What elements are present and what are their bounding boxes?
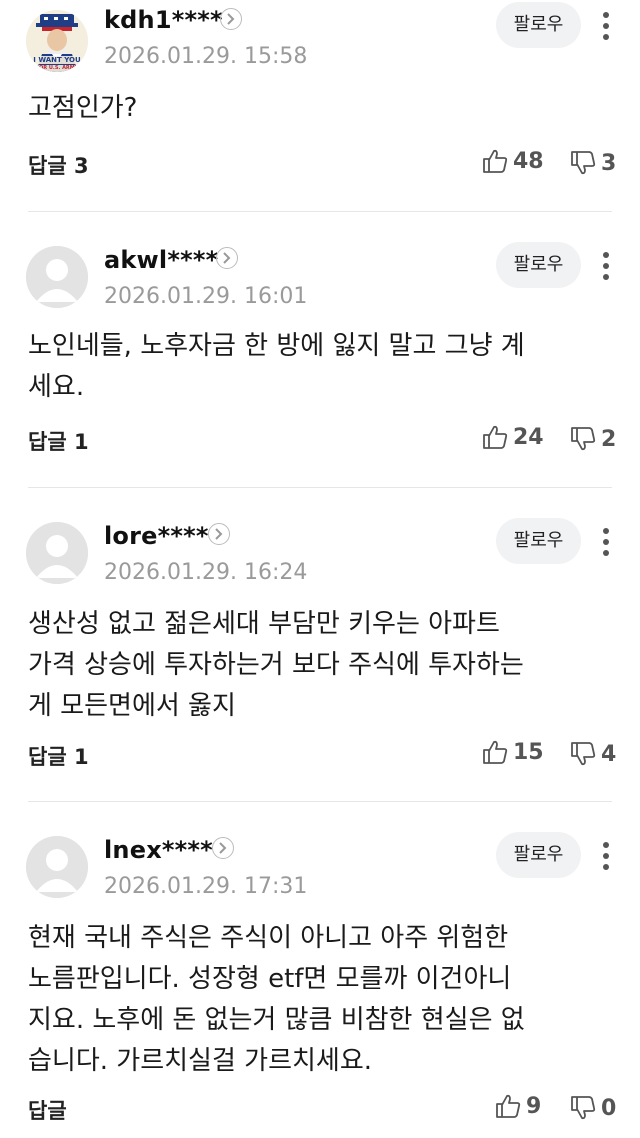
comment-line: 세요. — [28, 372, 85, 402]
comment-line: 습니다. 가르치실걸 가르치세요. — [28, 1046, 373, 1076]
thumbs-down-outline-icon — [571, 427, 596, 451]
default-profile-icon — [26, 246, 88, 308]
thumbs-down-outline-icon — [571, 742, 596, 766]
comment-line: 게 모든면에서 옳지 — [28, 691, 236, 721]
divider — [28, 801, 612, 802]
like-button[interactable]: 9 — [494, 1091, 541, 1121]
comment-line: 지요. 노후에 돈 없는거 많큼 비참한 현실은 없 — [28, 1005, 525, 1035]
thumbs-up-outline-icon — [496, 1094, 521, 1118]
divider — [28, 487, 612, 488]
username[interactable]: lore**** — [104, 522, 209, 550]
comment-line: 노인네들, 노후자금 한 방에 잃지 말고 그냥 계 — [28, 331, 525, 361]
follow-button[interactable]: 팔로우 — [496, 2, 581, 48]
like-count: 9 — [526, 1093, 542, 1119]
avatar[interactable]: I WANT YOU FOR U.S. ARMY — [26, 10, 88, 72]
comment-item: lnex**** 2026.01.29. 17:31 팔로우 현재 국내 주식은… — [0, 830, 640, 1138]
like-count: 48 — [513, 148, 544, 174]
timestamp: 2026.01.29. 16:24 — [104, 560, 308, 585]
thumbs-down-outline-icon — [571, 1096, 596, 1120]
dislike-button[interactable]: 4 — [569, 739, 616, 769]
comment-item: I WANT YOU FOR U.S. ARMY kdh1**** 2026.0… — [0, 0, 640, 212]
like-button[interactable]: 24 — [481, 422, 544, 452]
chevron-right-circle-icon[interactable] — [208, 523, 230, 545]
avatar[interactable] — [26, 246, 88, 308]
thumbs-up-outline-icon — [483, 149, 508, 173]
comment-line: 현재 국내 주식은 주식이 아니고 아주 위험한 — [28, 923, 509, 953]
reply-button[interactable]: 답글 1 — [28, 426, 89, 456]
comment-text: 고점인가? — [28, 88, 608, 129]
follow-button[interactable]: 팔로우 — [496, 242, 581, 288]
avatar-caption-2: FOR U.S. ARMY — [35, 65, 79, 71]
thumbs-up-outline-icon — [483, 425, 508, 449]
avatar[interactable] — [26, 522, 88, 584]
comment-item: akwl**** 2026.01.29. 16:01 팔로우 노인네들, 노후자… — [0, 240, 640, 486]
dislike-count: 2 — [601, 426, 617, 452]
divider — [28, 211, 612, 212]
dislike-count: 0 — [601, 1095, 617, 1121]
vertical-ellipsis-icon[interactable] — [596, 524, 616, 560]
chevron-right-circle-icon[interactable] — [220, 8, 242, 30]
vertical-ellipsis-icon[interactable] — [596, 8, 616, 44]
comment-line: 생산성 없고 젊은세대 부담만 키우는 아파트 — [28, 609, 500, 639]
like-count: 24 — [513, 424, 544, 450]
follow-button[interactable]: 팔로우 — [496, 518, 581, 564]
default-profile-icon — [26, 522, 88, 584]
comment-line: 노름판입니다. 성장형 etf면 모를까 이건아니 — [28, 964, 512, 994]
dislike-count: 4 — [601, 741, 617, 767]
like-button[interactable]: 48 — [481, 146, 544, 176]
thumbs-down-outline-icon — [571, 151, 596, 175]
comment-text: 노인네들, 노후자금 한 방에 잃지 말고 그냥 계 세요. — [28, 326, 608, 408]
vertical-ellipsis-icon[interactable] — [596, 838, 616, 874]
username[interactable]: kdh1**** — [104, 6, 223, 34]
dislike-button[interactable]: 3 — [569, 148, 616, 178]
reply-button[interactable]: 답글 — [28, 1095, 67, 1125]
username[interactable]: lnex**** — [104, 836, 213, 864]
timestamp: 2026.01.29. 17:31 — [104, 874, 308, 899]
comment-text: 현재 국내 주식은 주식이 아니고 아주 위험한 노름판입니다. 성장형 etf… — [28, 918, 608, 1082]
chevron-right-circle-icon[interactable] — [216, 247, 238, 269]
dislike-count: 3 — [601, 150, 617, 176]
avatar[interactable] — [26, 836, 88, 898]
thumbs-up-outline-icon — [483, 740, 508, 764]
timestamp: 2026.01.29. 16:01 — [104, 284, 308, 309]
follow-button[interactable]: 팔로우 — [496, 832, 581, 878]
timestamp: 2026.01.29. 15:58 — [104, 44, 308, 69]
avatar-caption-1: I WANT YOU — [33, 56, 81, 64]
like-count: 15 — [513, 739, 544, 765]
like-button[interactable]: 15 — [481, 737, 544, 767]
chevron-right-circle-icon[interactable] — [212, 837, 234, 859]
comment-text: 생산성 없고 젊은세대 부담만 키우는 아파트 가격 상승에 투자하는거 보다 … — [28, 604, 608, 727]
comment-line: 고점인가? — [28, 93, 138, 123]
default-profile-icon — [26, 836, 88, 898]
vertical-ellipsis-icon[interactable] — [596, 248, 616, 284]
comment-item: lore**** 2026.01.29. 16:24 팔로우 생산성 없고 젊은… — [0, 516, 640, 800]
username[interactable]: akwl**** — [104, 246, 218, 274]
dislike-button[interactable]: 0 — [569, 1093, 616, 1123]
reply-button[interactable]: 답글 3 — [28, 150, 89, 180]
reply-button[interactable]: 답글 1 — [28, 741, 89, 771]
dislike-button[interactable]: 2 — [569, 424, 616, 454]
comment-line: 가격 상승에 투자하는거 보다 주식에 투자하는 — [28, 650, 524, 680]
